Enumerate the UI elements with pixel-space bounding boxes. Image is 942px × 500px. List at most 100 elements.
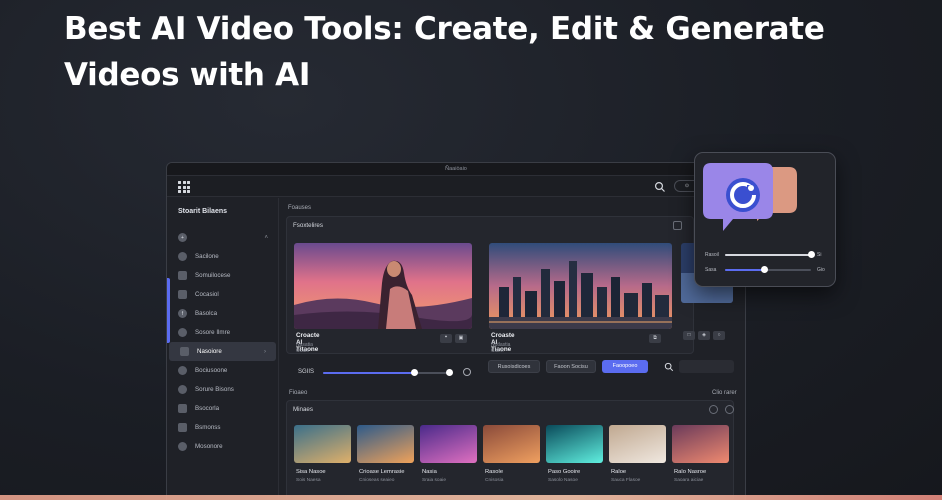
frame-thumbnail	[609, 425, 666, 463]
timeline-slider-knob[interactable]	[410, 369, 418, 376]
floating-slider-knob[interactable]	[760, 266, 768, 273]
square-icon	[178, 290, 187, 299]
layers-icon[interactable]: ▣	[455, 334, 467, 343]
app-window: Ñaaiòaio ⊙ Stoarit Bilaens + ˄ Sacilone Som…	[166, 162, 746, 500]
search-icon[interactable]	[654, 181, 666, 193]
frame-subtitle: Sauca Flasoe	[611, 478, 641, 483]
floating-slider-label: Sasa	[705, 267, 717, 273]
sidebar-item-label: Somuilocese	[195, 272, 231, 279]
sidebar-item[interactable]: Bsmonss	[167, 418, 278, 437]
copy-icon[interactable]: ⧉	[649, 334, 661, 343]
section-label-features: Foauses	[288, 205, 312, 211]
square-icon	[178, 423, 187, 432]
frame-subtitle: Sraia soaie	[422, 478, 446, 483]
apps-grid-icon[interactable]	[178, 181, 190, 193]
circle-icon	[178, 366, 187, 375]
add-frame-icon[interactable]	[709, 405, 718, 414]
frame-thumbnail	[420, 425, 477, 463]
sidebar-item-label: Sorure Bisons	[195, 386, 234, 393]
refresh-icon[interactable]	[463, 368, 471, 376]
refresh-frames-icon[interactable]	[725, 405, 734, 414]
sidebar-title: Stoarit Bilaens	[178, 208, 228, 215]
sidebar-item-label: Bsocorla	[195, 405, 220, 412]
floating-slider-fill	[725, 269, 764, 271]
square-button-icon[interactable]: □	[683, 331, 695, 340]
frame-item[interactable]: Paso Gooire Sasolo Nasoe	[546, 425, 603, 483]
frame-thumbnail	[357, 425, 414, 463]
circle-button-icon[interactable]: ○	[713, 331, 725, 340]
frame-title: Paso Gooire	[548, 469, 581, 475]
sidebar-item-label: Mosonore	[195, 443, 223, 450]
sidebar-item[interactable]: Sacilone	[167, 247, 278, 266]
sidebar-item[interactable]: Sosore Ilmre	[167, 323, 278, 342]
frame-title: Rasole	[485, 469, 504, 475]
frame-item[interactable]: Nasia Sraia soaie	[420, 425, 477, 483]
frame-subtitle: Sasolo Nasoe	[548, 478, 578, 483]
slider-label: SGIIS	[298, 369, 315, 375]
grid-icon	[178, 271, 187, 280]
frame-item[interactable]: Raloe Sauca Flasoe	[609, 425, 666, 483]
sidebar-item-label: Basolca	[195, 310, 218, 317]
chevron-right-icon[interactable]: ›	[264, 349, 266, 355]
sidebar: Stoarit Bilaens + ˄ Sacilone Somuilocese Coc…	[167, 198, 279, 500]
frame-title: Raloe	[611, 469, 627, 475]
chevron-up-icon[interactable]: ˄	[264, 235, 268, 241]
frame-title: Sisa Nasoe	[296, 469, 326, 475]
panel-expand-icon[interactable]	[673, 221, 682, 230]
page-headline: Best AI Video Tools: Create, Edit & Gene…	[64, 11, 825, 93]
frame-item[interactable]: Crioase Lemrasie Cnioseas seaieo	[357, 425, 414, 483]
circle-icon	[178, 328, 187, 337]
frame-subtitle: Cnioseas seaieo	[359, 478, 395, 483]
frame-subtitle: Saoara aiciae	[674, 478, 704, 483]
chip-1[interactable]: Rusoisdicoes	[488, 360, 540, 373]
square-icon	[180, 347, 189, 356]
sidebar-item[interactable]: + ˄	[167, 228, 278, 247]
sidebar-item-label: Bsmonss	[195, 424, 221, 431]
frame-title: Nasia	[422, 469, 437, 475]
floating-slider-fill	[725, 254, 811, 256]
sidebar-item[interactable]: Bsocorla	[167, 399, 278, 418]
plus-icon: +	[178, 233, 187, 242]
playback-controls[interactable]	[679, 360, 734, 373]
chat-bubble-logo-icon	[703, 163, 797, 231]
frame-item[interactable]: Rasole Cnisosia	[483, 425, 540, 483]
frame-item[interactable]: Ralo Nasroe Saoara aiciae	[672, 425, 729, 483]
sidebar-item-label: Bociusoone	[195, 367, 228, 374]
timeline-end-knob[interactable]	[446, 369, 453, 376]
chip-2[interactable]: Faoon Socisu	[546, 360, 596, 373]
frame-thumbnail	[546, 425, 603, 463]
zoom-search-icon[interactable]	[664, 362, 674, 372]
sidebar-list: + ˄ Sacilone Somuilocese Cocasiol f Basolca Sos…	[167, 228, 278, 456]
quote-icon[interactable]: ❝	[440, 334, 452, 343]
video-card-subtitle: Notlastia Cisim	[491, 342, 511, 354]
portrait-sunset-thumbnail	[294, 243, 472, 329]
floating-logo-card: Rasoil Si Sasa Gio	[694, 152, 836, 287]
see-all-link[interactable]: Clio rarer	[712, 390, 737, 396]
floating-slider-value: Gio	[817, 267, 825, 273]
frame-subtitle: Cnisosia	[485, 478, 504, 483]
circle-icon	[178, 252, 187, 261]
floating-slider-label: Rasoil	[705, 252, 719, 258]
section-label-frames: Fioaeo	[289, 390, 308, 396]
floating-slider-knob[interactable]	[808, 251, 815, 258]
sidebar-item[interactable]: Sorure Bisons	[167, 380, 278, 399]
frames-panel-title: Minaes	[293, 405, 313, 413]
sidebar-item[interactable]: Cocasiol	[167, 285, 278, 304]
sidebar-item[interactable]: Mosonore	[167, 437, 278, 456]
floating-slider-value: Si	[817, 252, 822, 258]
frame-item[interactable]: Sisa Nasoe Sois Naesa	[294, 425, 351, 483]
circle-icon	[178, 385, 187, 394]
shield-icon[interactable]: ◈	[698, 331, 710, 340]
chip-primary[interactable]: Faoopoeo	[602, 360, 648, 373]
top-bar: ⊙	[167, 176, 745, 197]
sidebar-item[interactable]: Bociusoone	[167, 361, 278, 380]
window-title: Ñaaiòaio	[167, 163, 745, 176]
sidebar-item-label: Cocasiol	[195, 291, 219, 298]
image-icon	[178, 404, 187, 413]
video-card-subtitle: Nasatia Ocaio	[296, 342, 313, 354]
sidebar-item[interactable]: Nasoiore ›	[169, 342, 276, 361]
sidebar-item[interactable]: Somuilocese	[167, 266, 278, 285]
timeline-slider-fill	[323, 372, 414, 374]
sidebar-item[interactable]: f Basolca	[167, 304, 278, 323]
frame-thumbnail	[483, 425, 540, 463]
